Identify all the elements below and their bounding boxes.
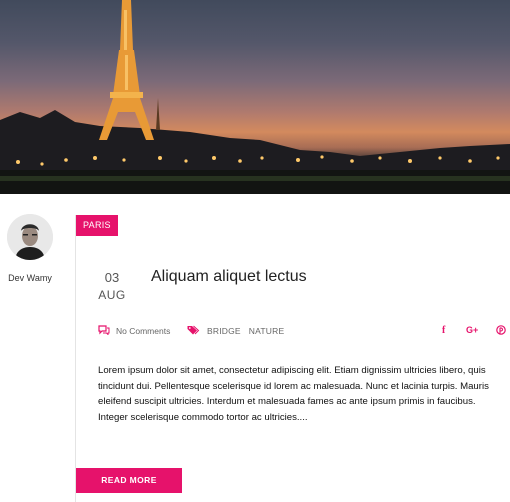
post-tags: BRIDGE NATURE — [187, 325, 292, 337]
post-comments[interactable]: No Comments — [98, 324, 170, 338]
post-title[interactable]: Aliquam aliquet lectus — [151, 268, 307, 286]
eiffel-tower-night-scene — [0, 0, 510, 194]
read-more-button[interactable]: READ MORE — [76, 468, 182, 493]
comments-link[interactable]: No Comments — [116, 326, 170, 336]
post-date-day: 03 — [104, 270, 120, 285]
post-date-month: AUG — [98, 288, 126, 302]
googleplus-share-icon[interactable]: G+ — [466, 325, 478, 335]
category-badge[interactable]: PARIS — [76, 215, 118, 236]
tag-nature[interactable]: NATURE — [249, 326, 285, 336]
comments-icon — [98, 325, 110, 337]
hero-image — [0, 0, 510, 194]
post-excerpt: Lorem ipsum dolor sit amet, consectetur … — [98, 365, 489, 423]
author-portrait-icon — [7, 214, 53, 260]
avatar[interactable] — [7, 214, 53, 260]
pinterest-share-icon[interactable] — [496, 325, 506, 338]
post-card — [75, 215, 510, 502]
tag-bridge[interactable]: BRIDGE — [207, 326, 241, 336]
tags-icon — [187, 325, 201, 337]
author-name[interactable]: Dev Wamy — [0, 273, 60, 283]
facebook-share-icon[interactable]: f — [442, 325, 445, 336]
